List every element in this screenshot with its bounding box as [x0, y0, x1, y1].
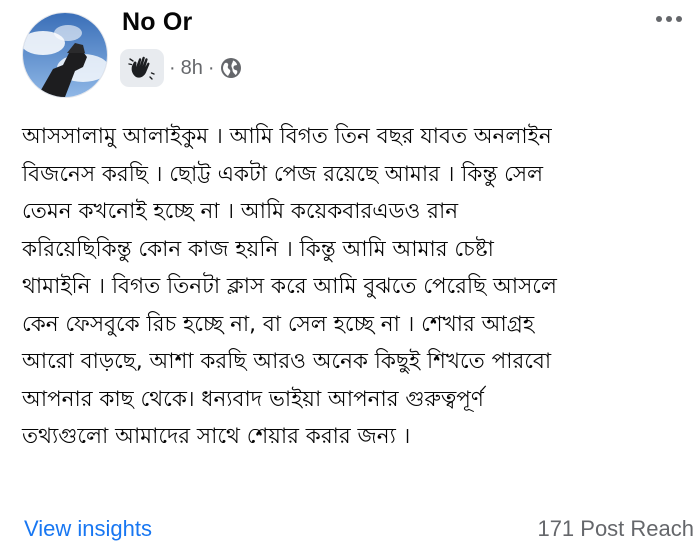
more-dot — [656, 16, 662, 22]
post-body-line: আরো বাড়ছে, আশা করছি আরও অনেক কিছুই শিখত… — [22, 349, 552, 374]
post-body-line: আসসালামু আলাইকুম । আমি বিগত তিন বছর যাবত… — [22, 124, 552, 149]
view-insights-link[interactable]: View insights — [24, 516, 152, 542]
more-dot — [666, 16, 672, 22]
post-body-line: তেমন কখনোই হচ্ছে না । আমি কয়েকবারএডও রা… — [22, 199, 459, 224]
more-options-icon[interactable] — [656, 16, 682, 22]
post-reach: 171 Post Reach — [537, 516, 694, 541]
post-meta: · 8h · — [120, 48, 242, 88]
post-body: আসসালামু আলাইকুম । আমি বিগত তিন বছর যাবত… — [22, 118, 690, 456]
post-body-line: করিয়েছিকিন্তু কোন কাজ হয়নি । কিন্তু আম… — [22, 236, 494, 262]
author-name[interactable]: No Or — [122, 8, 192, 37]
avatar-image — [23, 13, 107, 97]
post-body-line: কেন ফেসবুকে রিচ হচ্ছে না, বা সেল হচ্ছে ন… — [22, 311, 535, 337]
post-time[interactable]: 8h — [181, 57, 203, 80]
post-body-line: আপনার কাছ থেকে। ধন্যবাদ ভাইয়া আপনার গুর… — [22, 386, 484, 412]
post-body-line: তথ্যগুলো আমাদের সাথে শেয়ার করার জন্য । — [22, 424, 411, 449]
meta-separator: · — [169, 56, 176, 79]
more-dot — [676, 16, 682, 22]
post-body-line: বিজনেস করছি । ছোট্ট একটা পেজ রয়েছে আমার… — [22, 161, 544, 187]
post-body-line: থামাইনি । বিগত তিনটা ক্লাস করে আমি বুঝতে… — [22, 274, 557, 299]
avatar[interactable] — [22, 12, 108, 98]
meta-separator: · — [207, 56, 215, 79]
globe-icon[interactable] — [220, 57, 242, 79]
waving-hand-icon[interactable] — [120, 49, 164, 87]
